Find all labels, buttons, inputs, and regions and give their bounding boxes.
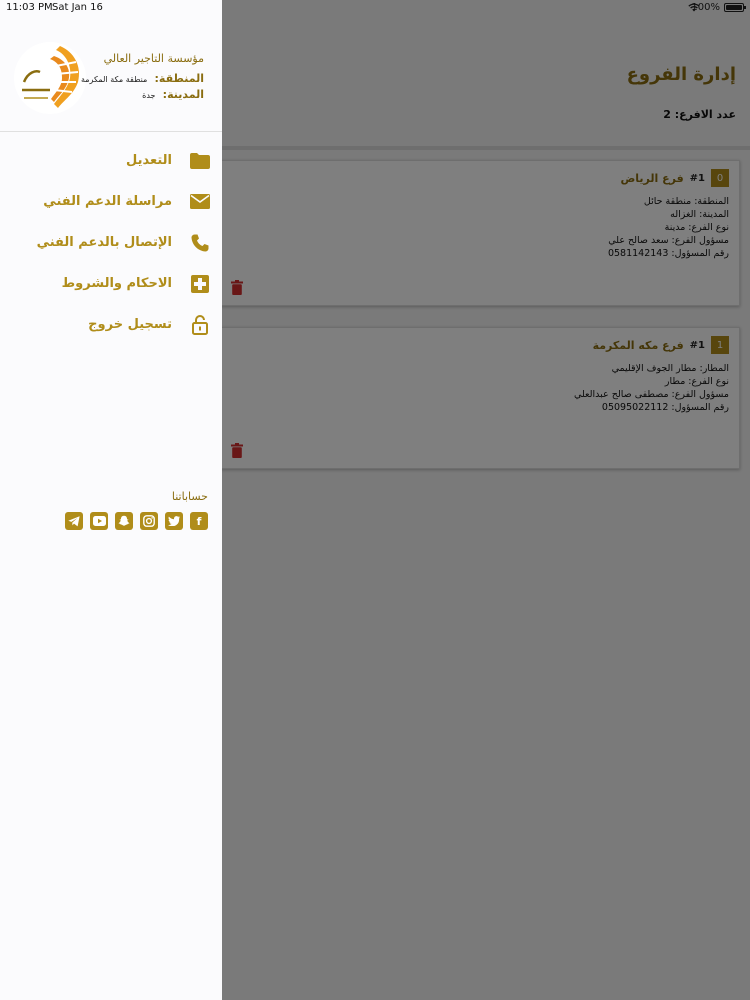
menu-item-label: تسجيل خروج bbox=[88, 317, 172, 332]
drawer-header: مؤسسة التاجير العالي المنطقة: منطقة مكة … bbox=[0, 0, 222, 132]
battery-percent: 100% bbox=[691, 2, 720, 13]
menu-item-logout[interactable]: تسجيل خروج bbox=[0, 304, 222, 345]
medical-cross-icon bbox=[190, 274, 210, 294]
telegram-icon[interactable] bbox=[65, 512, 83, 530]
region-label: المنطقة: bbox=[154, 72, 204, 85]
organization-name: مؤسسة التاجير العالي bbox=[103, 52, 204, 65]
social-links: f bbox=[65, 512, 208, 530]
status-bar: 11:03 PM Sat Jan 16 100% bbox=[0, 0, 750, 16]
battery-icon bbox=[724, 3, 746, 12]
status-date: Sat Jan 16 bbox=[52, 2, 103, 13]
menu-item-label: مراسلة الدعم الفني bbox=[43, 194, 172, 209]
menu-item-label: التعديل bbox=[126, 153, 172, 168]
snapchat-icon[interactable] bbox=[115, 512, 133, 530]
phone-icon bbox=[190, 233, 210, 253]
mail-icon bbox=[190, 192, 210, 212]
unlock-icon bbox=[190, 314, 210, 335]
folder-icon bbox=[190, 151, 210, 171]
menu-item-edit[interactable]: التعديل bbox=[0, 140, 222, 181]
region-value: منطقة مكة المكرمة bbox=[80, 75, 148, 84]
menu-item-label: الاحكام والشروط bbox=[61, 276, 172, 291]
menu-item-label: الإتصال بالدعم الفني bbox=[36, 235, 172, 250]
city-row: المدينة: جدة bbox=[142, 88, 204, 101]
twitter-icon[interactable] bbox=[165, 512, 183, 530]
status-time: 11:03 PM bbox=[6, 2, 53, 13]
company-logo bbox=[14, 42, 86, 114]
menu-item-call-support[interactable]: الإتصال بالدعم الفني bbox=[0, 222, 222, 263]
menu-item-terms[interactable]: الاحكام والشروط bbox=[0, 263, 222, 304]
facebook-icon[interactable]: f bbox=[190, 512, 208, 530]
menu-item-message-support[interactable]: مراسلة الدعم الفني bbox=[0, 181, 222, 222]
youtube-icon[interactable] bbox=[90, 512, 108, 530]
social-accounts-title: حساباتنا bbox=[171, 490, 208, 503]
city-value: جدة bbox=[142, 91, 156, 100]
side-drawer: مؤسسة التاجير العالي المنطقة: منطقة مكة … bbox=[0, 0, 222, 1000]
drawer-menu: التعديل مراسلة الدعم الفني الإتصال بالدع… bbox=[0, 140, 222, 345]
region-row: المنطقة: منطقة مكة المكرمة bbox=[81, 72, 204, 85]
instagram-icon[interactable] bbox=[140, 512, 158, 530]
city-label: المدينة: bbox=[162, 88, 204, 101]
